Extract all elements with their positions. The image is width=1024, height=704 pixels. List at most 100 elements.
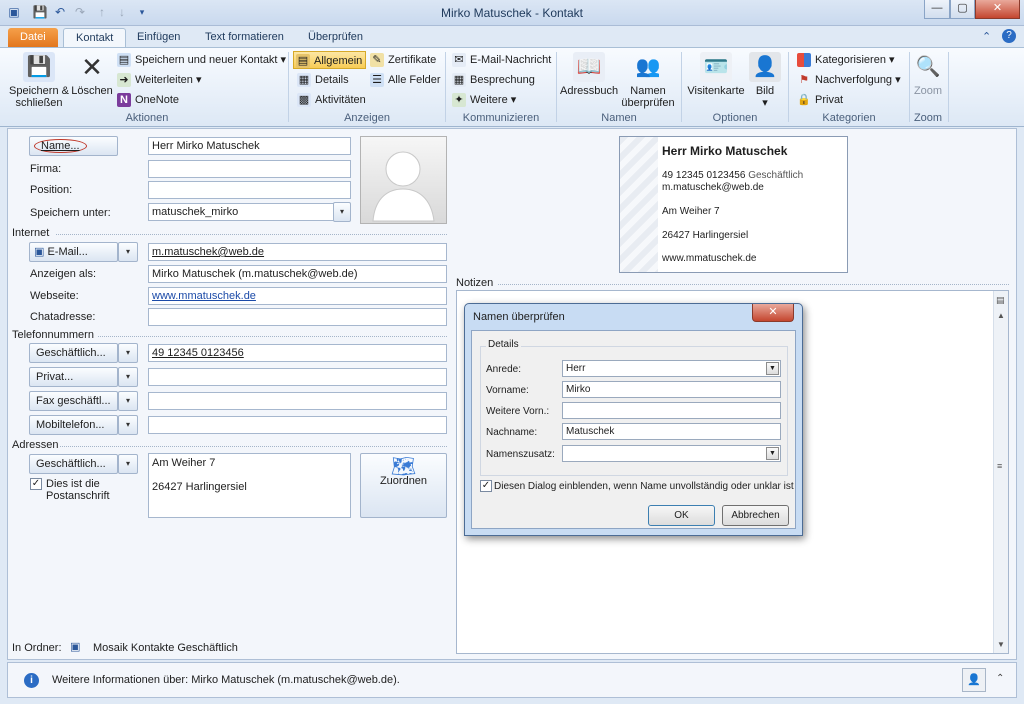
zuordnen-button[interactable]: 🗺 Zuordnen <box>360 453 447 518</box>
anzeigen-als-field[interactable]: Mirko Matuschek (m.matuschek@web.de) <box>148 265 447 283</box>
map-icon: 🗺 <box>390 456 417 478</box>
mobile-phone-field[interactable] <box>148 416 447 434</box>
ribbon-tabs: Datei Kontakt Einfügen Text formatieren … <box>0 26 1024 48</box>
group-label-optionen: Optionen <box>712 112 758 124</box>
namenszusatz-dropdown-icon[interactable]: ▼ <box>766 447 779 460</box>
ribbon: 💾 Speichern & schließen ✕ Löschen ▤ Speic… <box>0 47 1024 127</box>
postanschrift-checkbox[interactable]: ✓ <box>30 478 42 490</box>
phone-private-field[interactable] <box>148 368 447 386</box>
nachname-field[interactable]: Matuschek <box>562 423 781 440</box>
scroll-thumb-icon[interactable]: ≡ <box>997 461 1002 471</box>
status-text: Weitere Informationen über: Mirko Matusc… <box>52 674 400 686</box>
fax-business-field[interactable] <box>148 392 447 410</box>
weitere-button[interactable]: ✦ Weitere ▾ <box>450 91 516 109</box>
save-new-button[interactable]: ▤ Speichern und neuer Kontakt ▾ <box>115 51 286 69</box>
delete-icon: ✕ <box>81 52 103 82</box>
section-internet: Internet <box>12 227 50 239</box>
email-dropdown[interactable]: ▾ <box>118 242 138 262</box>
postanschrift-label: Dies ist die Postanschrift <box>46 478 110 502</box>
forward-icon: ➜ <box>117 73 131 87</box>
save-close-icon: 💾 <box>23 52 55 82</box>
section-notizen: Notizen <box>456 277 494 289</box>
anrede-combobox[interactable]: Herr ▼ <box>562 360 781 377</box>
show-dialog-checkbox[interactable]: ✓ <box>480 480 492 492</box>
delete-button[interactable]: ✕ Löschen <box>70 52 114 97</box>
speichern-unter-dropdown[interactable]: ▾ <box>333 202 351 222</box>
tab-ueberpruefen[interactable]: Überprüfen <box>296 28 375 48</box>
allgemein-button[interactable]: ▤ Allgemein <box>293 51 367 69</box>
flag-icon: ⚑ <box>799 74 809 86</box>
anrede-dropdown-icon[interactable]: ▼ <box>766 362 779 375</box>
info-icon: i <box>24 673 39 688</box>
contact-photo[interactable] <box>360 136 447 224</box>
full-name-field[interactable]: Herr Mirko Matuschek <box>148 137 351 155</box>
fax-business-dropdown[interactable]: ▾ <box>118 391 138 411</box>
maximize-button[interactable]: ▢ <box>950 0 975 19</box>
address-business-dropdown[interactable]: ▾ <box>118 454 138 474</box>
onenote-button[interactable]: N OneNote <box>115 91 179 109</box>
details-button[interactable]: ▦ Details <box>295 71 349 89</box>
phone-private-button[interactable]: Privat... <box>29 367 118 387</box>
position-field[interactable] <box>148 181 351 199</box>
namenszusatz-combobox[interactable]: ▼ <box>562 445 781 462</box>
chatadresse-field[interactable] <box>148 308 447 326</box>
mobile-phone-button[interactable]: Mobiltelefon... <box>29 415 118 435</box>
address-business-button[interactable]: Geschäftlich... <box>29 454 118 474</box>
phone-business-field[interactable]: 49 12345 0123456 <box>148 344 447 362</box>
tab-datei[interactable]: Datei <box>8 28 58 48</box>
kategorisieren-button[interactable]: Kategorisieren ▾ <box>795 51 895 69</box>
lock-icon: 🔒 <box>797 94 811 106</box>
nachverfolgung-button[interactable]: ⚑ Nachverfolgung ▾ <box>795 71 901 89</box>
webseite-field[interactable]: www.mmatuschek.de <box>148 287 447 305</box>
people-pane-bar: i Weitere Informationen über: Mirko Matu… <box>7 662 1017 698</box>
notes-scrollbar[interactable]: ▤ ▲ ≡ ▼ <box>993 291 1008 653</box>
business-card[interactable]: Herr Mirko Matuschek 49 12345 0123456 Ge… <box>619 136 848 273</box>
namen-pruefen-button[interactable]: 👥 Namen überprüfen <box>618 52 678 109</box>
abbrechen-button[interactable]: Abbrechen <box>722 505 789 526</box>
person-thumbnail-icon[interactable]: 👤 <box>962 668 986 692</box>
group-separator <box>948 52 949 122</box>
phone-business-button[interactable]: Geschäftlich... <box>29 343 118 363</box>
close-window-button[interactable]: ✕ <box>975 0 1020 19</box>
name-button[interactable]: Name... <box>29 136 118 156</box>
phone-private-dropdown[interactable]: ▾ <box>118 367 138 387</box>
scroll-up-icon[interactable]: ▲ <box>997 311 1005 320</box>
vorname-field[interactable]: Mirko <box>562 381 781 398</box>
weitere-vornamen-field[interactable] <box>562 402 781 419</box>
ok-button[interactable]: OK <box>648 505 715 526</box>
card-web: www.mmatuschek.de <box>662 253 757 264</box>
dialog-close-button[interactable]: ✕ <box>752 304 794 322</box>
alle-felder-button[interactable]: ☰ Alle Felder <box>368 71 441 89</box>
clipboard-icon[interactable]: ▤ <box>996 295 1005 306</box>
scroll-down-icon[interactable]: ▼ <box>997 640 1005 649</box>
zoom-button[interactable]: 🔍 Zoom <box>910 52 946 97</box>
more-icon: ✦ <box>452 93 466 107</box>
fax-business-button[interactable]: Fax geschäftl... <box>29 391 118 411</box>
tab-einfuegen[interactable]: Einfügen <box>125 28 192 48</box>
address-field[interactable]: Am Weiher 7 26427 Harlingersiel <box>148 453 351 518</box>
speichern-unter-field[interactable]: matuschek_mirko <box>148 203 334 221</box>
visitenkarte-button[interactable]: 🪪 Visitenkarte <box>685 52 747 97</box>
save-close-button[interactable]: 💾 Speichern & schließen <box>8 52 70 109</box>
help-icon[interactable]: ? <box>1002 29 1016 43</box>
tab-kontakt[interactable]: Kontakt <box>63 28 127 48</box>
minimize-ribbon-icon[interactable]: ⌃ <box>982 30 991 43</box>
bild-button[interactable]: 👤 Bild ▾ <box>748 52 782 109</box>
mobile-phone-dropdown[interactable]: ▾ <box>118 415 138 435</box>
tab-text-formatieren[interactable]: Text formatieren <box>193 28 296 48</box>
email-message-button[interactable]: ✉ E-Mail-Nachricht <box>450 51 551 69</box>
privat-button[interactable]: 🔒 Privat <box>795 91 843 109</box>
email-button[interactable]: ▣ E-Mail... <box>29 242 118 262</box>
besprechung-button[interactable]: ▦ Besprechung <box>450 71 535 89</box>
adressbuch-button[interactable]: 📖 Adressbuch <box>560 52 618 97</box>
aktivitaeten-button[interactable]: ▩ Aktivitäten <box>295 91 366 109</box>
phone-business-dropdown[interactable]: ▾ <box>118 343 138 363</box>
forward-button[interactable]: ➜ Weiterleiten ▾ <box>115 71 201 89</box>
firma-field[interactable] <box>148 160 351 178</box>
group-label-aktionen: Aktionen <box>125 112 169 124</box>
email-field[interactable]: m.matuschek@web.de <box>148 243 447 261</box>
zertifikate-button[interactable]: ✎ Zertifikate <box>368 51 436 69</box>
minimize-button[interactable]: — <box>924 0 950 19</box>
folder-name[interactable]: Mosaik Kontakte Geschäftlich <box>93 642 238 654</box>
expand-pane-icon[interactable]: ⌃ <box>996 673 1004 684</box>
